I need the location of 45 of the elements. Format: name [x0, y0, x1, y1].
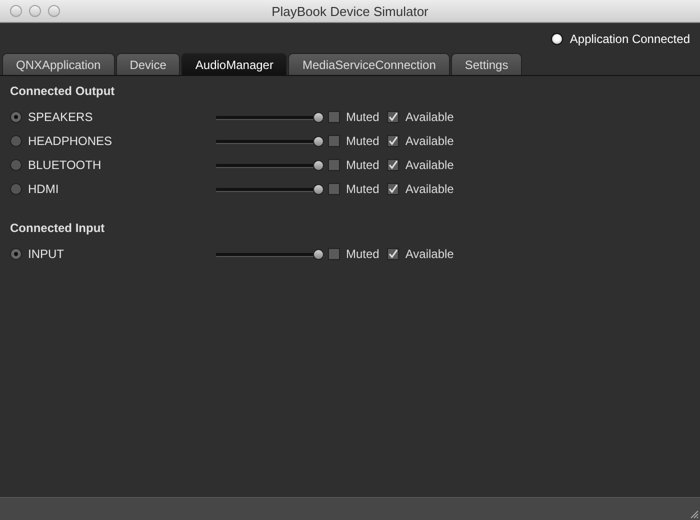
- muted-checkbox[interactable]: [328, 135, 340, 147]
- available-checkbox[interactable]: [387, 248, 400, 260]
- muted-checkbox[interactable]: [328, 159, 340, 171]
- checkbox-label: Muted: [346, 158, 380, 172]
- section-heading: Connected Input: [10, 221, 106, 237]
- checkbox-label: Available: [405, 182, 454, 196]
- checkbox-label: Available: [405, 158, 454, 172]
- available-checkbox[interactable]: [387, 111, 400, 123]
- checkbox-label: Available: [405, 110, 454, 124]
- muted-checkbox[interactable]: [328, 183, 340, 195]
- tab[interactable]: AudioManager: [181, 53, 288, 75]
- radio-button[interactable]: [10, 111, 22, 123]
- checkbox-label: Muted: [346, 182, 380, 196]
- muted-checkbox[interactable]: [328, 111, 340, 123]
- tab[interactable]: Settings: [450, 53, 522, 75]
- slider-thumb[interactable]: [313, 160, 324, 170]
- available-checkbox[interactable]: [387, 159, 400, 171]
- window-title: PlayBook Device Simulator: [272, 4, 428, 18]
- radio-button[interactable]: [10, 183, 22, 195]
- tab[interactable]: Device: [116, 53, 180, 75]
- radio-button[interactable]: [10, 248, 22, 260]
- device-label: HEADPHONES: [28, 134, 112, 148]
- device-label: SPEAKERS: [28, 110, 93, 124]
- device-label: INPUT: [28, 247, 64, 261]
- available-checkbox[interactable]: [387, 183, 400, 195]
- available-checkbox[interactable]: [387, 135, 400, 147]
- device-label: HDMI: [28, 182, 59, 196]
- slider-thumb[interactable]: [313, 112, 324, 122]
- tab[interactable]: QNXApplication: [2, 53, 115, 75]
- device-label: BLUETOOTH: [28, 158, 102, 172]
- connection-status-text: Application Connected: [570, 32, 690, 46]
- muted-checkbox[interactable]: [328, 248, 340, 260]
- checkbox-label: Muted: [346, 110, 380, 124]
- checkbox-label: Muted: [346, 134, 380, 148]
- section-heading: Connected Output: [10, 84, 116, 100]
- tab[interactable]: MediaServiceConnection: [288, 53, 450, 75]
- checkbox-label: Available: [405, 134, 454, 148]
- checkbox-label: Muted: [346, 247, 380, 261]
- radio-button[interactable]: [10, 135, 22, 147]
- radio-button[interactable]: [10, 159, 22, 171]
- slider-thumb[interactable]: [313, 184, 324, 194]
- slider-thumb[interactable]: [313, 136, 324, 146]
- resize-grip-icon[interactable]: [689, 509, 699, 519]
- checkbox-label: Available: [405, 247, 454, 261]
- slider-thumb[interactable]: [313, 248, 324, 260]
